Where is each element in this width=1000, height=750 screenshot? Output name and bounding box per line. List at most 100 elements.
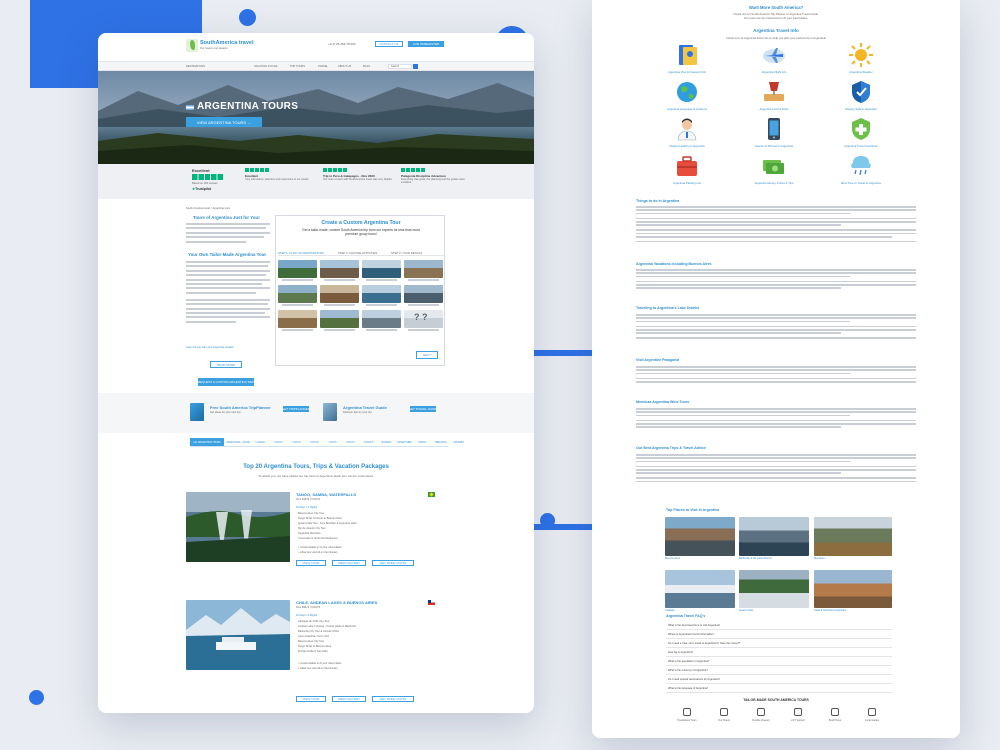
- tab-adventure[interactable]: ADVENTURE: [396, 438, 413, 446]
- get-tripplanner-button[interactable]: GET TRIPPLANNER: [283, 406, 309, 412]
- nav-travel[interactable]: TRAVEL: [318, 65, 328, 68]
- view-gallery-button[interactable]: VIEW GALLERY: [332, 560, 366, 566]
- text-line-placeholder: [636, 414, 850, 417]
- faq-item[interactable]: Do I need special vaccinations for Argen…: [666, 675, 892, 684]
- tab-10-days[interactable]: 10 DAYS: [360, 438, 377, 446]
- travel-info-item[interactable]: Staying Safe in Argentina: [826, 79, 896, 115]
- travel-info-item[interactable]: Argentina Weather: [826, 42, 896, 78]
- tab-argentina-chile[interactable]: ARGENTINA + CHILE: [225, 438, 251, 446]
- text-line-placeholder: [636, 411, 916, 413]
- nav-top-tours[interactable]: TOP TOURS: [290, 65, 305, 68]
- custom-tour-title: Create a Custom Argentina Tour: [321, 220, 401, 226]
- search-icon[interactable]: [413, 64, 418, 69]
- faq-item[interactable]: What is the population in Argentina?: [666, 657, 892, 666]
- destination-tile[interactable]: [362, 310, 401, 328]
- destination-tile[interactable]: [320, 260, 359, 278]
- tab-7-days[interactable]: 7 DAYS: [324, 438, 341, 446]
- destination-tile[interactable]: [278, 285, 317, 303]
- place-image-calafate[interactable]: [665, 570, 735, 608]
- travel-info-item[interactable]: Argentina Visa & Passport Info: [652, 42, 722, 78]
- faq-item[interactable]: What is the currency of Argentina?: [666, 666, 892, 675]
- place-label[interactable]: Buenos Aires: [665, 557, 680, 560]
- nav-about[interactable]: ABOUT US: [338, 65, 351, 68]
- view-tour-button[interactable]: VIEW TOUR: [296, 560, 326, 566]
- view-tour-button[interactable]: VIEW TOUR: [296, 696, 326, 702]
- tab-6-days[interactable]: 6 DAYS: [306, 438, 323, 446]
- destination-tile[interactable]: [362, 260, 401, 278]
- view-tours-button[interactable]: VIEW ARGENTINA TOURS →: [186, 117, 262, 127]
- get-travel-guide-button[interactable]: GET TRAVEL GUIDE: [410, 406, 436, 412]
- place-image-buenos-aires[interactable]: [665, 517, 735, 556]
- login-button[interactable]: LOG IN/REGISTER: [408, 41, 444, 47]
- travel-info-item[interactable]: Argentina Packing List: [652, 153, 722, 189]
- search-input[interactable]: Search: [388, 64, 412, 69]
- place-image-salta[interactable]: [814, 570, 892, 608]
- destination-tile[interactable]: ? ?: [404, 310, 443, 328]
- tour-title[interactable]: CHILE, ANDEAN LAKES & BUENOS AIRES: [296, 600, 377, 605]
- place-image-mendoza[interactable]: [814, 517, 892, 556]
- review-count: Based on 184 reviews: [192, 182, 218, 185]
- travel-info-item[interactable]: Best Time to Travel to Argentina: [826, 153, 896, 189]
- text-line-placeholder: [636, 272, 916, 274]
- travel-info-item[interactable]: Staying Healthy in Argentina: [652, 116, 722, 152]
- tab-cruises[interactable]: CRUISES: [450, 438, 467, 446]
- brazil-flag-icon: [428, 492, 435, 497]
- travel-info-item[interactable]: Argentina Language & Customs: [652, 79, 722, 115]
- tab-8-days[interactable]: 8 DAYS: [342, 438, 359, 446]
- logo[interactable]: SouthAmerica travel Our route is our pas…: [186, 39, 254, 55]
- tour-item: Sugarloaf Mountain: [298, 532, 321, 535]
- tour-image[interactable]: [186, 492, 290, 562]
- tab-5-days[interactable]: 5 DAYS: [288, 438, 305, 446]
- travel-info-item[interactable]: Argentina Food & Drink: [739, 79, 809, 115]
- place-label[interactable]: Iguazu Falls: [739, 609, 753, 612]
- breadcrumb[interactable]: South America travel > Argentina tours: [186, 207, 230, 210]
- text-line-placeholder: [636, 465, 916, 468]
- tour-title[interactable]: TANGO, SAMBA, WATERFALLS: [296, 492, 356, 497]
- travel-info-item[interactable]: Internet & Phones in Argentina: [739, 116, 809, 152]
- plan-vacation-link[interactable]: Learn how to plan your Argentina vacatio…: [186, 346, 234, 349]
- travel-info-item[interactable]: Argentina Money, Prices & Tips: [739, 153, 809, 189]
- next-button[interactable]: NEXT: [416, 351, 438, 359]
- tour-image[interactable]: [186, 600, 290, 670]
- tab-trekking[interactable]: TREKKING: [432, 438, 449, 446]
- nav-destinations[interactable]: DESTINATIONS: [186, 65, 205, 68]
- place-label[interactable]: Calafate: [665, 609, 675, 612]
- destination-tile[interactable]: [278, 260, 317, 278]
- faq-item[interactable]: How big is Argentina?: [666, 648, 892, 657]
- tab-family[interactable]: FAMILY: [414, 438, 431, 446]
- faq-item[interactable]: Where is Argentina's tourist information…: [666, 630, 892, 639]
- read-more-button[interactable]: READ MORE: [210, 361, 242, 368]
- nav-blog[interactable]: BLOG: [363, 65, 370, 68]
- faq-item[interactable]: Do I need a Visa, can I travel to Argent…: [666, 639, 892, 648]
- faq-question: What is the population in Argentina?: [668, 660, 710, 663]
- place-label[interactable]: Bariloche & the Lake District: [739, 557, 772, 560]
- phone-number[interactable]: +1(1) 23-456-78-900: [328, 43, 356, 46]
- get-quote-button[interactable]: GET FREE QUOTE: [372, 696, 414, 702]
- faq-item[interactable]: What is the language of Argentina?: [666, 684, 892, 693]
- destination-tile[interactable]: [362, 285, 401, 303]
- nav-vacation-styles[interactable]: VACATION STYLES: [254, 65, 278, 68]
- contact-us-button[interactable]: CONTACT US: [375, 41, 403, 47]
- view-gallery-button[interactable]: VIEW GALLERY: [332, 696, 366, 702]
- destination-tile[interactable]: [404, 260, 443, 278]
- destination-tile[interactable]: [320, 310, 359, 328]
- request-trip-button[interactable]: REQUEST A CUSTOM ARGENTINA TRIP: [198, 378, 254, 386]
- tab-budget[interactable]: BUDGET: [378, 438, 395, 446]
- travel-info-item[interactable]: Argentina Travel Insurance: [826, 116, 896, 152]
- travel-info-item[interactable]: Argentina Flight Info: [739, 42, 809, 78]
- tripplanner-book-icon: [190, 403, 204, 421]
- tab-all-argentina-tours[interactable]: ALL ARGENTINA TOURS: [190, 438, 224, 446]
- faq-item[interactable]: What is the best travel time to visit Ar…: [666, 621, 892, 630]
- place-image-bariloche[interactable]: [739, 517, 809, 556]
- destination-tile[interactable]: [320, 285, 359, 303]
- destination-tile[interactable]: [278, 310, 317, 328]
- tab-4-days[interactable]: 4 DAYS: [270, 438, 287, 446]
- destination-tile-label-placeholder: [366, 329, 397, 331]
- place-label[interactable]: Salta & Northwest Argentina: [814, 609, 846, 612]
- destination-tile[interactable]: [404, 285, 443, 303]
- get-quote-button[interactable]: GET FREE QUOTE: [372, 560, 414, 566]
- tailor-made-title: TAILOR-MADE SOUTH AMERICA TOURS: [743, 698, 809, 702]
- place-label[interactable]: Mendoza: [814, 557, 825, 560]
- place-image-iguazu[interactable]: [739, 570, 809, 608]
- tab-luxury[interactable]: LUXURY: [252, 438, 269, 446]
